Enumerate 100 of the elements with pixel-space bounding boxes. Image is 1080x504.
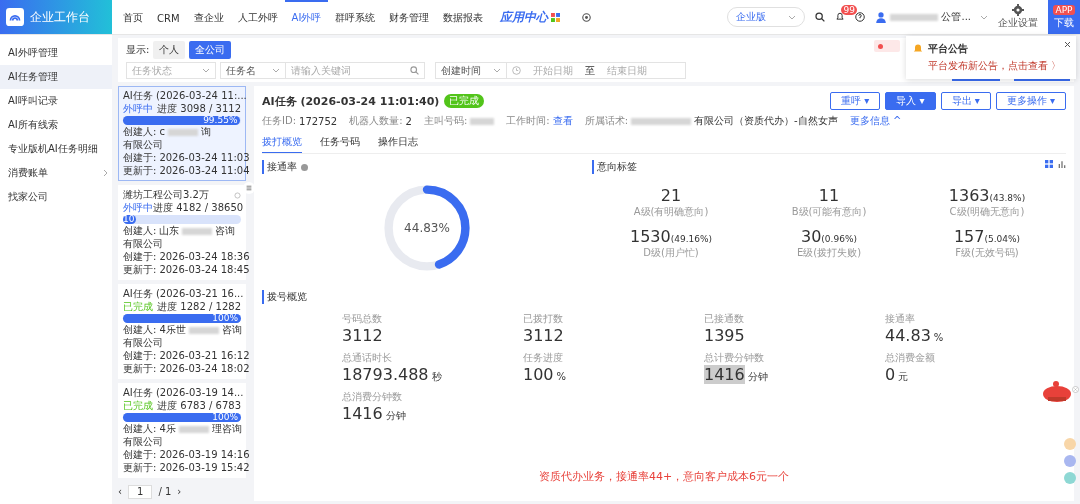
stat-value: 44.83 (885, 326, 931, 345)
stat-value: 3112 (342, 326, 383, 345)
app-download-button[interactable]: APP 下载 (1048, 0, 1080, 34)
settings-label[interactable]: 企业设置 (998, 16, 1038, 30)
target-icon[interactable] (582, 12, 592, 22)
sidebar-item[interactable]: 专业版机AI任务明细 (0, 137, 112, 161)
created-label: 创建于: (123, 350, 157, 362)
creator-tail: 理咨询 (211, 423, 242, 435)
next-page-button[interactable]: › (177, 486, 182, 498)
stat-label: 总消费金额 (885, 351, 936, 365)
stat-unit: 分钟 (747, 371, 768, 382)
stat-label: 已接通数 (704, 312, 745, 326)
stat-value: 3112 (523, 326, 564, 345)
grid-view-icon[interactable] (1045, 160, 1053, 168)
stat-label: 已拨打数 (523, 312, 564, 326)
stat-unit: 元 (898, 371, 909, 382)
creator-label: 创建人: (123, 423, 157, 435)
sidebar-item[interactable]: AI外呼管理 (0, 41, 112, 65)
intent-count: 1363 (948, 186, 990, 205)
meta-label: 所属话术: (584, 114, 629, 128)
time-select[interactable]: 创建时间 (435, 62, 507, 79)
nav-tab[interactable]: CRM (150, 0, 187, 34)
nav-tab[interactable]: 人工外呼 (230, 0, 285, 34)
creator-company: 有限公司 (123, 337, 163, 349)
notice-link[interactable]: 平台发布新公告，点击查看 〉 (928, 59, 1062, 73)
avatar-icon[interactable] (875, 11, 888, 23)
name-select[interactable]: 任务名 (220, 62, 286, 79)
updated-label: 更新于: (123, 264, 157, 276)
stat-label: 任务进度 (523, 351, 564, 365)
date-range-field[interactable]: 开始日期 至 结束日期 (506, 62, 686, 79)
action-button[interactable]: 导出 ▾ (940, 92, 991, 110)
sidebar-item[interactable]: AI呼叫记录 (0, 89, 112, 113)
nav-tab[interactable]: 首页 (116, 0, 150, 34)
annotation-text: 资质代办业务，接通率44+，意向客户成本6元一个 (537, 469, 791, 484)
prev-page-button[interactable]: ‹ (118, 486, 122, 498)
action-button[interactable]: 更多操作 ▾ (995, 92, 1066, 110)
nav-tab[interactable]: 查企业 (186, 0, 231, 34)
scope-toggle[interactable]: 全公司 (189, 41, 232, 59)
task-progress: 进度 1282 / 1282 (157, 301, 241, 313)
bell-icon[interactable] (835, 11, 846, 21)
creator-label: 创建人: (123, 225, 157, 237)
creator-tail: 询 (200, 126, 211, 138)
bar-chart-icon[interactable] (1058, 160, 1066, 168)
action-button[interactable]: 导入 ▾ (885, 92, 936, 110)
task-progress: 进度 3098 / 3112 (157, 103, 241, 115)
help-icon[interactable] (855, 12, 866, 22)
task-title: AI任务 (2026-03-24 11:... (123, 90, 247, 102)
stat-value: 1416 (704, 365, 745, 384)
more-info-link[interactable]: 更多信息 ^ (849, 114, 902, 128)
creator-prefix: 4乐世 (159, 324, 186, 336)
sidebar-item[interactable]: 消费账单 (0, 161, 112, 185)
sidebar-item[interactable]: AI所有线索 (0, 113, 112, 137)
intent-percent: (0.96%) (821, 234, 857, 244)
nav-tab[interactable]: 数据报表 (436, 0, 491, 34)
intent-count: 11 (818, 186, 840, 205)
search-icon[interactable] (815, 12, 826, 22)
page-field[interactable]: 1 (128, 485, 153, 499)
settings-icon[interactable] (1012, 4, 1024, 16)
intent-percent: (43.8%) (989, 193, 1026, 203)
created-label: 创建于: (123, 449, 157, 461)
creator-tail: 咨询 (215, 225, 236, 237)
meta-label: 主叫号码: (423, 114, 468, 128)
nav-tab[interactable]: 群呼系统 (328, 0, 383, 34)
chevron-down-icon (272, 68, 280, 73)
close-button[interactable] (1064, 41, 1071, 48)
meta-value: 有限公司（资质代办）-自然女声 (694, 114, 838, 128)
creator-label: 创建人: (123, 324, 157, 336)
user-name[interactable]: 公管... (941, 10, 971, 24)
intent-percent: (5.04%) (984, 234, 1021, 244)
intent-label: D级(用户忙) (643, 246, 699, 260)
page-total: / 1 (158, 486, 172, 498)
detail-tab[interactable]: 操作日志 (378, 132, 418, 153)
grid-icon (551, 12, 561, 22)
creator-prefix: 山东 (159, 225, 180, 237)
chevron-down-icon (493, 68, 501, 73)
task-title: 潍坊工程公司3.2万 (123, 189, 209, 201)
blurred-text (890, 13, 939, 21)
blurred-text (182, 227, 213, 235)
stat-label: 总消费分钟数 (342, 390, 403, 404)
creator-label: 创建人: (123, 126, 157, 138)
view-link[interactable]: 查看 (552, 114, 573, 128)
detail-tab[interactable]: 拨打概览 (262, 132, 302, 153)
action-button[interactable]: 重呼 ▾ (830, 92, 881, 110)
app-center-link[interactable]: 应用中心 (500, 8, 549, 26)
nav-tab[interactable]: AI外呼 (284, 0, 329, 34)
sidebar-item[interactable]: 找家公司 (0, 185, 112, 209)
task-status: 外呼中 (123, 202, 153, 214)
sidebar-item[interactable]: AI任务管理 (0, 65, 112, 89)
nav-tab[interactable]: 财务管理 (382, 0, 437, 34)
stat-label: 接通率 (885, 312, 916, 326)
stat-value: 18793.488 (342, 365, 429, 384)
updated-label: 更新于: (123, 165, 157, 177)
notice-title: 平台公告 (928, 42, 969, 56)
info-icon[interactable] (301, 163, 308, 171)
section-title: 接通率 (267, 160, 297, 174)
scope-toggle[interactable]: 个人 (153, 41, 186, 59)
detail-tab[interactable]: 任务号码 (320, 132, 360, 153)
progress-fill: 10 (123, 215, 136, 224)
chevron-down-icon (202, 68, 210, 73)
stat-unit: 分钟 (385, 410, 406, 421)
